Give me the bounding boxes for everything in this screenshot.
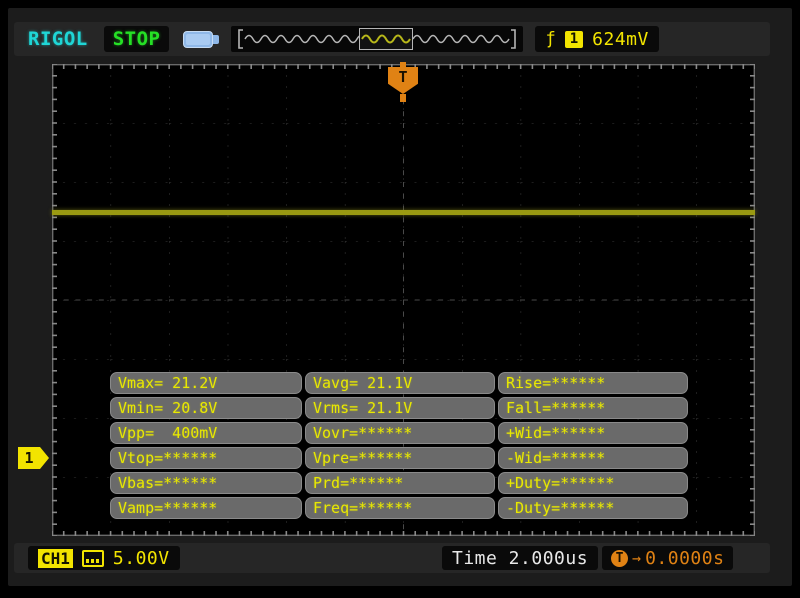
oscilloscope-screen: RIGOL STOP ƒ 1 624mV 1 T Vmax= 21.2V Vmi… [0, 0, 800, 598]
measurement-item[interactable]: Vovr=****** [305, 422, 495, 444]
trigger-level-value[interactable]: 624mV [592, 29, 649, 50]
measurement-item[interactable]: Freq=****** [305, 497, 495, 519]
measurement-item[interactable]: Vavg= 21.1V [305, 372, 495, 394]
measurement-item[interactable]: +Duty=****** [498, 472, 688, 494]
measurement-item[interactable]: Vamp=****** [110, 497, 302, 519]
timebase-group: Time 2.000us T → 0.0000s [442, 543, 734, 573]
channel1-marker-label: 1 [18, 447, 40, 469]
battery-icon [183, 30, 220, 48]
measurement-column-timing: Rise=****** Fall=****** +Wid=****** -Wid… [498, 372, 688, 519]
trigger-source-badge[interactable]: 1 [564, 30, 584, 48]
measurement-item[interactable]: Rise=****** [498, 372, 688, 394]
measurement-item[interactable]: Vrms= 21.1V [305, 397, 495, 419]
battery-body [183, 30, 214, 48]
channel1-marker-tip [40, 447, 49, 469]
trigger-marker-foot [400, 94, 406, 102]
measurement-item[interactable]: Vpre=****** [305, 447, 495, 469]
trigger-position-marker[interactable]: T [388, 62, 418, 104]
trigger-offset-badge: T [611, 549, 629, 567]
channel1-label[interactable]: CH1 [38, 548, 73, 568]
channel1-ground-marker[interactable]: 1 [18, 447, 49, 469]
measurement-item[interactable]: -Wid=****** [498, 447, 688, 469]
trigger-marker-label: T [398, 68, 408, 86]
measurement-column-voltage-2: Vavg= 21.1V Vrms= 21.1V Vovr=****** Vpre… [305, 372, 495, 519]
measurement-item[interactable]: +Wid=****** [498, 422, 688, 444]
measurement-item[interactable]: -Duty=****** [498, 497, 688, 519]
measurement-item[interactable]: Vbas=****** [110, 472, 302, 494]
trigger-settings-group[interactable]: ƒ 1 624mV [535, 26, 659, 52]
battery-nub [213, 34, 220, 44]
top-status-bar: RIGOL STOP ƒ 1 624mV [14, 22, 770, 56]
measurement-item[interactable]: Vpp= 400mV [110, 422, 302, 444]
measurement-item[interactable]: Vtop=****** [110, 447, 302, 469]
measurement-item[interactable]: Vmax= 21.2V [110, 372, 302, 394]
measurement-item[interactable]: Prd=****** [305, 472, 495, 494]
rising-edge-icon[interactable]: ƒ [545, 30, 555, 48]
channel1-settings-group[interactable]: CH1 5.00V [28, 546, 180, 570]
volts-per-division[interactable]: 5.00V [113, 548, 170, 569]
bottom-status-bar: CH1 5.00V Time 2.000us T → 0.0000s [14, 543, 770, 573]
waveform-preview[interactable] [231, 26, 524, 52]
measurement-item[interactable]: Fall=****** [498, 397, 688, 419]
trigger-offset-value[interactable]: 0.0000s [645, 548, 724, 569]
brand-logo: RIGOL [28, 28, 88, 50]
channel1-waveform-trace [52, 210, 755, 215]
measurement-panel: Vmax= 21.2V Vmin= 20.8V Vpp= 400mV Vtop=… [110, 372, 688, 519]
trigger-offset-group[interactable]: T → 0.0000s [602, 546, 734, 570]
arrow-right-icon: → [632, 548, 642, 567]
run-stop-status[interactable]: STOP [103, 26, 170, 52]
timebase-value[interactable]: Time 2.000us [442, 546, 599, 570]
measurement-column-voltage-1: Vmax= 21.2V Vmin= 20.8V Vpp= 400mV Vtop=… [110, 372, 302, 519]
preview-window[interactable] [359, 28, 414, 50]
dc-coupling-icon[interactable] [81, 549, 104, 567]
measurement-item[interactable]: Vmin= 20.8V [110, 397, 302, 419]
